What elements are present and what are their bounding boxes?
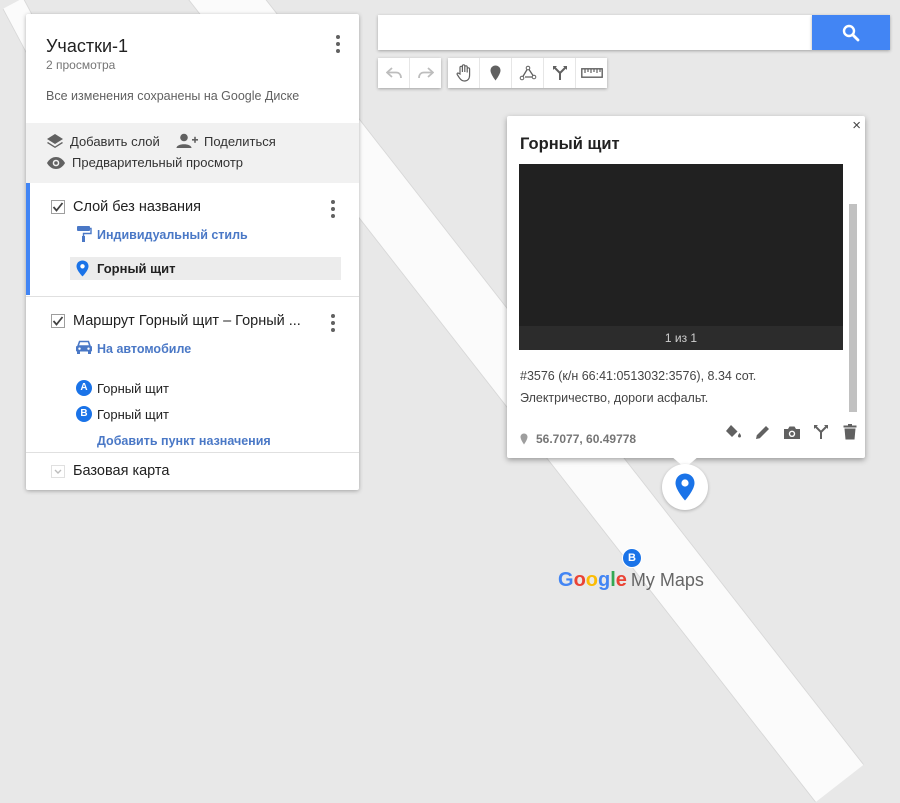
- draw-line-icon: [519, 65, 536, 81]
- drawing-toolbar: [448, 58, 607, 88]
- card-scrollbar[interactable]: [849, 204, 857, 412]
- marker-icon: [490, 65, 501, 81]
- add-layer-label: Добавить слой: [70, 133, 160, 149]
- add-layer-button[interactable]: Добавить слой: [46, 133, 160, 149]
- photo-counter: 1 из 1: [519, 326, 843, 350]
- google-my-maps-logo: Google My Maps: [558, 569, 704, 592]
- add-destination-link[interactable]: Добавить пункт назначения: [97, 434, 271, 448]
- map-route-marker-b[interactable]: B: [622, 548, 642, 568]
- description-line-2: Электричество, дороги асфальт.: [520, 391, 709, 405]
- directions-icon: [813, 425, 828, 439]
- hand-icon: [455, 64, 470, 82]
- selected-layer-indicator: [26, 183, 30, 295]
- chevron-down-icon: [51, 465, 65, 478]
- google-logo-text: Google: [558, 569, 627, 591]
- close-icon[interactable]: ×: [852, 117, 861, 134]
- add-marker-button[interactable]: [480, 58, 512, 88]
- delete-button[interactable]: [835, 421, 864, 443]
- stop-b-badge: B: [76, 406, 92, 422]
- redo-icon: [417, 67, 434, 79]
- place-coordinates: 56.7077, 60.49778: [520, 432, 636, 446]
- individual-style-link[interactable]: Индивидуальный стиль: [97, 228, 248, 242]
- eye-icon: [47, 156, 65, 169]
- layer-item-gorny-shchit[interactable]: Горный щит: [70, 257, 341, 280]
- place-photo[interactable]: 1 из 1: [519, 164, 843, 350]
- route-stop-a[interactable]: Горный щит: [97, 381, 169, 396]
- search-input[interactable]: [378, 15, 812, 50]
- base-map-label: Базовая карта: [73, 463, 170, 479]
- route-options-icon[interactable]: [325, 313, 341, 333]
- undo-icon: [385, 67, 402, 79]
- preview-label: Предварительный просмотр: [72, 155, 244, 170]
- layer-options-icon[interactable]: [325, 199, 341, 219]
- marker-icon: [675, 473, 695, 501]
- layer-checkbox[interactable]: [51, 200, 65, 214]
- place-info-card: × Горный щит 1 из 1 #3576 (к/н 66:41:051…: [507, 116, 865, 458]
- car-icon: [76, 340, 92, 354]
- view-count: 2 просмотра: [46, 58, 116, 72]
- paint-roller-icon: [77, 226, 92, 242]
- select-tool-button[interactable]: [448, 58, 480, 88]
- ruler-icon: [580, 68, 603, 78]
- layer-untitled: Слой без названия Индивидуальный стиль Г…: [26, 183, 359, 297]
- panel-actions: Добавить слой Поделиться Предварительный…: [26, 123, 359, 183]
- search-icon: [842, 24, 860, 41]
- layer-item-label: Горный щит: [97, 261, 176, 276]
- add-photo-button[interactable]: [777, 421, 806, 443]
- directions-to-button[interactable]: [806, 421, 835, 443]
- map-marker-gorny-shchit[interactable]: [662, 464, 708, 510]
- layer-name[interactable]: Слой без названия: [73, 199, 201, 215]
- save-status: Все изменения сохранены на Google Диске: [46, 89, 300, 103]
- draw-line-button[interactable]: [512, 58, 544, 88]
- stop-a-badge: A: [76, 380, 92, 396]
- add-person-icon: [176, 133, 198, 148]
- share-button[interactable]: Поделиться: [176, 133, 276, 149]
- search-button[interactable]: [812, 15, 890, 50]
- trash-icon: [843, 424, 856, 440]
- route-checkbox[interactable]: [51, 314, 65, 328]
- description-line-1: #3576 (к/н 66:41:0513032:3576), 8.34 сот…: [520, 369, 757, 383]
- route-stop-b[interactable]: Горный щит: [97, 407, 169, 422]
- card-toolbar: [719, 421, 864, 443]
- my-maps-logo-text: My Maps: [630, 570, 704, 590]
- directions-icon: [552, 66, 567, 80]
- add-directions-button[interactable]: [544, 58, 576, 88]
- map-panel: Участки-1 2 просмотра Все изменения сохр…: [26, 14, 359, 490]
- map-title[interactable]: Участки-1: [46, 36, 128, 57]
- preview-button[interactable]: Предварительный просмотр: [46, 155, 243, 170]
- location-icon: [520, 433, 528, 445]
- marker-icon: [76, 260, 89, 277]
- route-name[interactable]: Маршрут Горный щит – Горный ...: [73, 313, 301, 329]
- style-button[interactable]: [719, 421, 748, 443]
- travel-mode-link[interactable]: На автомобиле: [97, 342, 191, 356]
- share-label: Поделиться: [204, 133, 276, 149]
- place-title: Горный щит: [520, 135, 620, 153]
- camera-icon: [783, 426, 800, 439]
- measure-button[interactable]: [576, 58, 607, 88]
- layer-route: Маршрут Горный щит – Горный ... На автом…: [26, 297, 359, 453]
- place-description: #3576 (к/н 66:41:0513032:3576), 8.34 сот…: [520, 365, 840, 409]
- layers-icon: [47, 134, 63, 148]
- undo-button[interactable]: [378, 58, 410, 88]
- coordinates-text: 56.7077, 60.49778: [536, 432, 637, 446]
- redo-button[interactable]: [410, 58, 441, 88]
- base-map-section[interactable]: Базовая карта: [26, 453, 359, 490]
- paint-bucket-icon: [725, 425, 741, 438]
- map-options-icon[interactable]: [330, 34, 346, 54]
- pencil-icon: [755, 426, 769, 439]
- history-toolbar: [378, 58, 441, 88]
- edit-button[interactable]: [748, 421, 777, 443]
